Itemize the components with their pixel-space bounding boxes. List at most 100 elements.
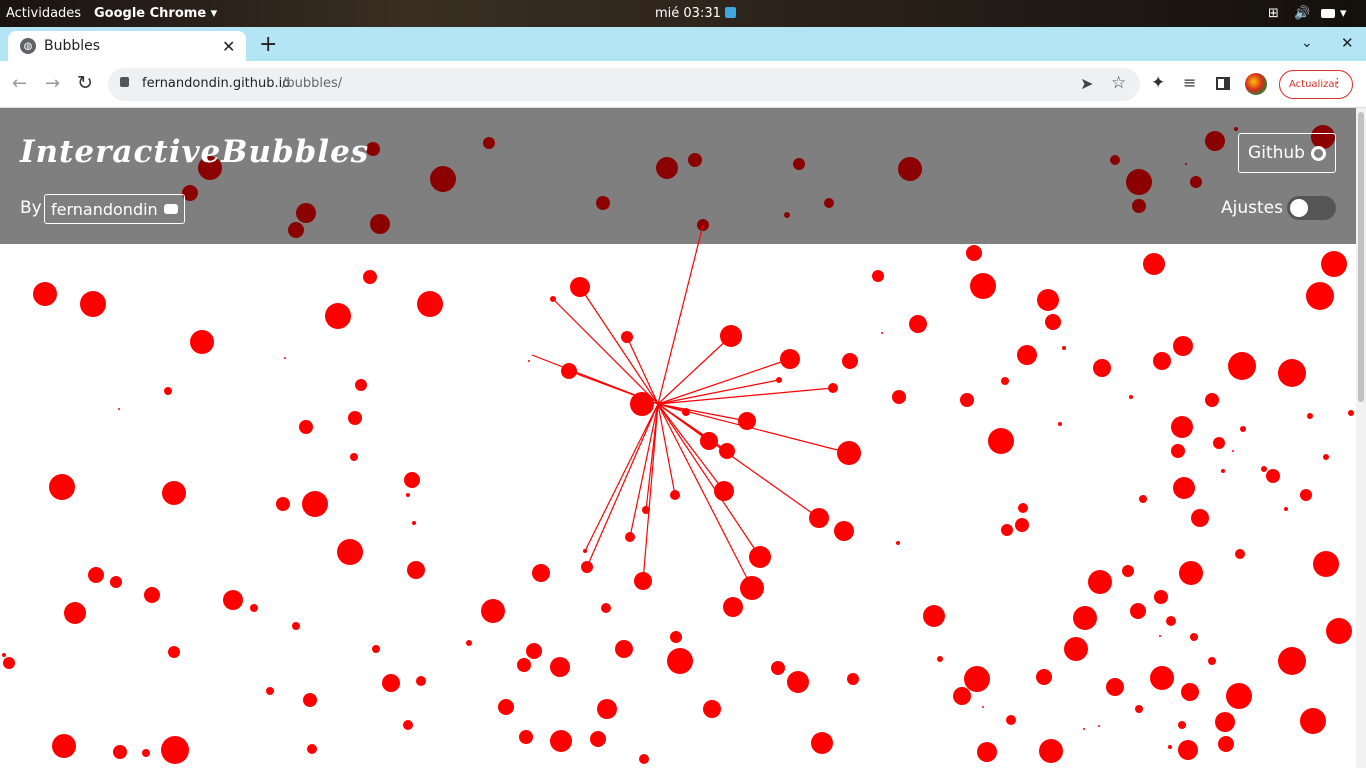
bubble[interactable] [517,658,531,672]
bubble[interactable] [1129,395,1133,399]
bubble[interactable] [1307,413,1313,419]
bubble[interactable] [1313,551,1339,577]
extensions-icon[interactable]: ✦ [1151,73,1165,93]
bubble[interactable] [1168,745,1172,749]
bubble[interactable] [809,508,829,528]
bubble[interactable] [1348,410,1354,416]
bubble[interactable] [909,315,927,333]
bubble[interactable] [1001,377,1009,385]
bubble[interactable] [250,604,258,612]
bubble[interactable] [223,590,243,610]
bubble[interactable] [1278,359,1306,387]
bubble[interactable] [1235,549,1245,559]
bubble[interactable] [519,730,533,744]
bubble[interactable] [1073,606,1097,630]
bubble[interactable] [1278,647,1306,675]
author-link[interactable]: fernandondin [44,194,185,224]
bubble[interactable] [350,453,358,461]
bubble[interactable] [1226,683,1252,709]
bubble[interactable] [1036,669,1052,685]
bubble[interactable] [1150,666,1174,690]
bubble[interactable] [417,291,443,317]
bubble[interactable] [1064,637,1088,661]
update-button[interactable]: Actualizar ⋮ [1279,70,1353,99]
bubble[interactable] [601,603,611,613]
bubble[interactable] [749,546,771,568]
bubble[interactable] [164,387,172,395]
bubble[interactable] [670,490,680,500]
bubble[interactable] [1179,561,1203,585]
bubble[interactable] [382,674,400,692]
bubble[interactable] [1015,518,1029,532]
bubble[interactable] [144,587,160,603]
bubble[interactable] [1232,450,1234,452]
bubble[interactable] [88,567,104,583]
bubble[interactable] [896,541,900,545]
bubble[interactable] [738,412,756,430]
bubble[interactable] [597,699,617,719]
profile-avatar[interactable] [1245,73,1267,95]
bubble[interactable] [550,730,572,752]
bubble[interactable] [842,353,858,369]
bubble[interactable] [1017,345,1037,365]
tab-search-icon[interactable]: ⌄ [1301,35,1313,51]
bubble[interactable] [719,443,735,459]
bubble[interactable] [404,472,420,488]
bubble[interactable] [953,687,971,705]
bubble[interactable] [33,282,57,306]
media-control-icon[interactable]: ≡ [1183,73,1196,92]
bubble[interactable] [528,360,530,362]
bubble[interactable] [1306,282,1334,310]
battery-icon[interactable] [1321,9,1335,18]
bubble[interactable] [1122,565,1134,577]
bubble[interactable] [1083,728,1085,730]
bubble[interactable] [642,506,650,514]
bubble[interactable] [966,245,982,261]
bubble[interactable] [113,745,127,759]
bubble[interactable] [881,332,883,334]
bubble[interactable] [776,377,782,383]
bubble[interactable] [1178,740,1198,760]
bubble[interactable] [1098,725,1100,727]
bubble[interactable] [292,622,300,630]
bubble[interactable] [266,687,274,695]
bubble[interactable] [481,599,505,623]
bubble[interactable] [1171,416,1193,438]
forward-icon[interactable]: → [45,73,60,94]
bubble[interactable] [960,393,974,407]
bubble[interactable] [723,597,743,617]
bubble[interactable] [412,521,416,525]
bubble[interactable] [720,325,742,347]
bubble[interactable] [348,411,362,425]
bubble[interactable] [337,539,363,565]
bubble[interactable] [1018,503,1028,513]
bubble[interactable] [1300,489,1312,501]
bubble[interactable] [740,576,764,600]
bubble[interactable] [670,631,682,643]
bubble[interactable] [892,390,906,404]
app-menu[interactable]: Google Chrome ▾ [94,6,217,21]
bubble[interactable] [630,392,654,416]
bubble[interactable] [1173,477,1195,499]
bubble[interactable] [325,303,351,329]
bubble[interactable] [937,656,943,662]
address-bar[interactable]: fernandondin.github.io /bubbles/ ➤ ☆ [108,68,1140,101]
bubble[interactable] [1240,426,1246,432]
bubble[interactable] [161,736,189,764]
bubble[interactable] [1208,657,1216,665]
github-button[interactable]: Github [1238,133,1336,173]
chevron-down-icon[interactable]: ▾ [1340,6,1347,21]
bubble[interactable] [703,700,721,718]
bubble[interactable] [1173,336,1193,356]
bubble[interactable] [498,699,514,715]
bubble[interactable] [3,657,15,669]
new-tab-icon[interactable]: + [259,32,277,57]
bubble[interactable] [988,428,1014,454]
bubble[interactable] [780,349,800,369]
bubble[interactable] [550,296,556,302]
tab-bubbles[interactable]: ◍ Bubbles ✕ [8,31,246,61]
bubble[interactable] [771,661,785,675]
bubble[interactable] [80,291,106,317]
scrollbar-thumb[interactable] [1358,112,1364,402]
bubble[interactable] [1213,437,1225,449]
